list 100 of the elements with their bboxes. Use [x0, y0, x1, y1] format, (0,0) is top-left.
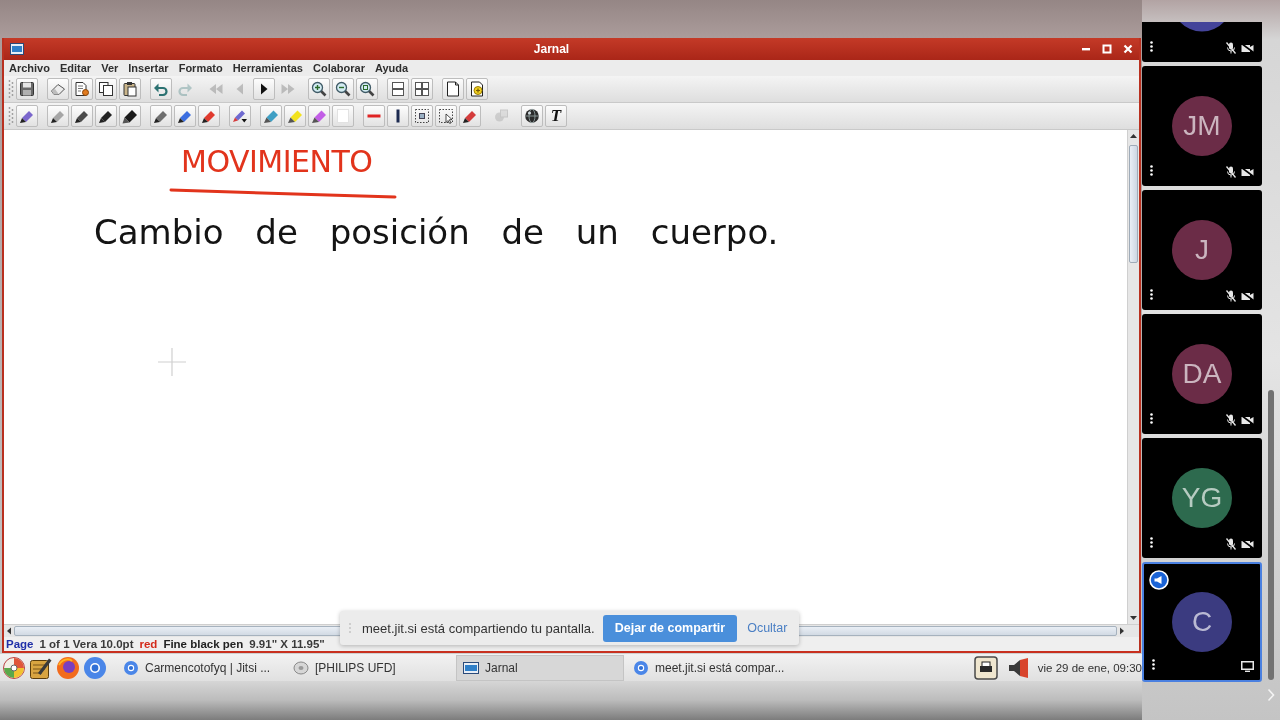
menu-item[interactable]: Colaborar	[308, 61, 370, 75]
menu-item[interactable]: Insertar	[123, 61, 174, 75]
clock[interactable]: vie 29 de ene, 09:30	[1037, 661, 1142, 674]
rows-layout-icon	[390, 81, 406, 97]
handwritten-heading: MOVIMIENTO	[181, 144, 373, 180]
zoom-fit-icon	[359, 81, 375, 97]
next-page-button[interactable]	[253, 78, 275, 100]
ring-icon[interactable]	[83, 655, 107, 680]
region-select-icon	[414, 108, 430, 124]
window-icon	[463, 659, 479, 676]
megaphone-badge-icon	[1149, 570, 1169, 590]
more-options-icon[interactable]	[1150, 165, 1153, 176]
more-options-icon[interactable]	[1152, 659, 1155, 670]
copy-icon	[98, 81, 114, 97]
pen-menu-button[interactable]	[229, 105, 251, 127]
grip-icon[interactable]	[8, 106, 14, 126]
maximize-button[interactable]	[1100, 42, 1114, 56]
last-page-icon	[280, 81, 296, 97]
line-button[interactable]	[363, 105, 385, 127]
more-options-icon[interactable]	[1150, 289, 1153, 300]
grid-layout-icon	[414, 81, 430, 97]
zoom-in-button[interactable]	[308, 78, 330, 100]
grip-icon[interactable]	[8, 79, 14, 99]
scrollbar-thumb[interactable]	[1268, 390, 1274, 680]
avatar: C	[1172, 592, 1232, 652]
printer-icon[interactable]	[973, 655, 998, 680]
menu-item[interactable]: Ver	[96, 61, 124, 75]
rows-layout-button[interactable]	[387, 78, 409, 100]
new-page-button[interactable]	[442, 78, 464, 100]
document-scissors-icon	[74, 81, 90, 97]
participant-tile[interactable]: DA	[1142, 314, 1262, 434]
page-icon	[445, 81, 461, 97]
select-pointer-button[interactable]	[435, 105, 457, 127]
window-icon	[10, 43, 24, 55]
participant-tile[interactable]: JM	[1142, 66, 1262, 186]
eraser-icon	[50, 81, 66, 97]
avatar: DA	[1172, 344, 1232, 404]
zoom-out-icon	[335, 81, 351, 97]
menu-item[interactable]: Editar	[54, 61, 97, 75]
taskbar-button[interactable]: [PHILIPS UFD]	[286, 654, 454, 681]
first-page-icon	[208, 81, 224, 97]
pen-caret-icon	[232, 108, 248, 124]
taskbar-button[interactable]: meet.jit.si está compar...	[626, 654, 794, 681]
taskbar-button[interactable]: Jarnal	[456, 654, 624, 681]
status-text: 9.91" X 11.95"	[249, 637, 325, 651]
maximize-icon	[1102, 44, 1112, 54]
menu-item[interactable]: Archivo	[4, 61, 55, 75]
avatar: JM	[1172, 96, 1232, 156]
paste-button[interactable]	[119, 78, 141, 100]
hide-link[interactable]: Ocultar	[745, 621, 790, 635]
redo-icon	[177, 81, 193, 97]
participant-tile[interactable]: J	[1142, 190, 1262, 310]
text-tool-button[interactable]: T	[545, 105, 567, 127]
scrollbar-thumb[interactable]	[1129, 145, 1138, 263]
more-options-icon[interactable]	[1150, 537, 1153, 548]
undo-button[interactable]	[150, 78, 172, 100]
avatar: YG	[1172, 468, 1232, 528]
participant-tile[interactable]: C	[1142, 562, 1262, 682]
swirl-icon[interactable]	[56, 655, 80, 680]
pinwheel-icon[interactable]	[2, 655, 26, 680]
empty-swatch-icon	[335, 108, 351, 124]
status-text: Fine black pen	[163, 637, 244, 651]
vertical-scrollbar[interactable]	[1127, 130, 1139, 624]
status-text: red	[139, 637, 158, 651]
add-page-button[interactable]	[466, 78, 488, 100]
zoom-fit-button[interactable]	[356, 78, 378, 100]
cut-button[interactable]	[71, 78, 93, 100]
taskbar-button[interactable]: Carmencotofyq | Jitsi ...	[116, 654, 284, 681]
close-button[interactable]	[1121, 42, 1135, 56]
more-options-icon[interactable]	[1150, 41, 1153, 52]
menu-item[interactable]: Formato	[173, 61, 228, 75]
participant-tile[interactable]: YG	[1142, 438, 1262, 558]
zoom-out-button[interactable]	[332, 78, 354, 100]
grid-layout-button[interactable]	[411, 78, 433, 100]
save-button[interactable]	[16, 78, 38, 100]
menu-item[interactable]: Ayuda	[369, 61, 414, 75]
ring-icon	[123, 659, 139, 676]
add-page-icon	[469, 81, 485, 97]
zoom-in-icon	[311, 81, 327, 97]
more-options-icon[interactable]	[1150, 413, 1153, 424]
close-icon	[1123, 44, 1133, 54]
globe-button[interactable]	[521, 105, 543, 127]
undo-icon	[153, 81, 169, 97]
region-pointer-icon	[438, 108, 454, 124]
participant-tile[interactable]	[1142, 22, 1262, 62]
select-button[interactable]	[411, 105, 433, 127]
copy-button[interactable]	[95, 78, 117, 100]
handwritten-text: Cambio de posición de un cuerpo.	[94, 212, 779, 252]
vertical-line-button[interactable]	[387, 105, 409, 127]
disk-icon	[293, 659, 309, 676]
crosshair-cursor-icon	[158, 348, 186, 376]
avatar: J	[1172, 220, 1232, 280]
menu-item[interactable]: Herramientas	[227, 61, 308, 75]
globe-icon	[524, 108, 540, 124]
status-text: 1 of 1 Vera 10.0pt	[39, 637, 134, 651]
clipboard-icon	[122, 81, 138, 97]
stamp-icon	[493, 108, 509, 124]
status-text: Page	[6, 637, 34, 651]
drawing-canvas[interactable]: MOVIMIENTO Cambio de posición de un cuerpo.	[4, 130, 1127, 624]
ring-icon	[633, 659, 649, 676]
